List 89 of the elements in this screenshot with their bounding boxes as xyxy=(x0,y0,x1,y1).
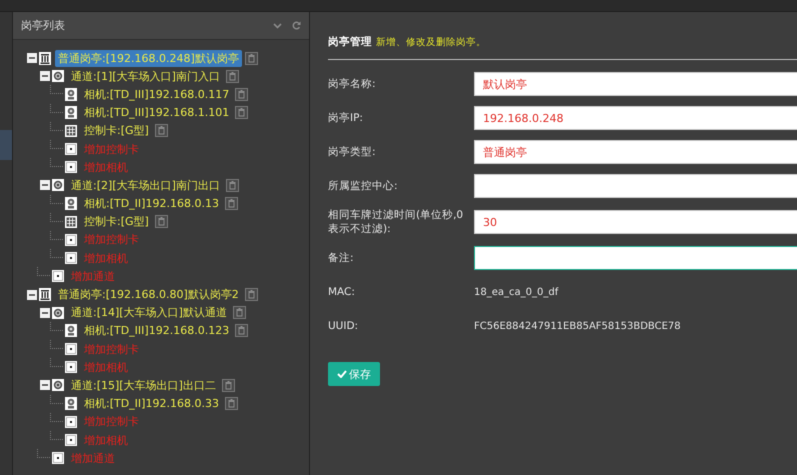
tree-item[interactable]: 增加控制卡 xyxy=(81,231,142,248)
tree-item[interactable]: 增加相机 xyxy=(81,358,131,376)
sidebar-highlight xyxy=(0,130,12,160)
tree-item[interactable]: 增加通道 xyxy=(68,268,118,285)
add-node-icon xyxy=(65,161,77,174)
building-icon xyxy=(39,52,51,65)
tree-item[interactable]: 增加通道 xyxy=(68,450,118,467)
trash-icon[interactable] xyxy=(232,306,246,320)
tree-item[interactable]: 控制卡:[G型] xyxy=(81,122,152,140)
trash-icon[interactable] xyxy=(244,288,258,302)
circle-icon xyxy=(52,306,64,319)
tree-item[interactable]: 增加相机 xyxy=(81,158,131,176)
trash-icon[interactable] xyxy=(235,324,248,338)
tree-item[interactable]: 相机:[TD_II]192.168.0.13 xyxy=(81,195,222,212)
tree-item[interactable]: 增加相机 xyxy=(81,250,131,267)
tree-item[interactable]: 通道:[15][大车场出口]出口二 xyxy=(68,376,219,394)
collapse-toggle[interactable] xyxy=(40,71,50,82)
trash-icon[interactable] xyxy=(224,397,238,410)
form-title: 岗亭管理 xyxy=(328,35,372,49)
trash-icon[interactable] xyxy=(226,178,239,192)
tree-item[interactable]: 相机:[TD_III]192.168.0.117 xyxy=(81,86,232,103)
tree-item[interactable]: 相机:[TD_III]192.168.1.101 xyxy=(81,104,232,122)
add-node-icon xyxy=(65,361,77,374)
add-node-icon xyxy=(52,270,64,282)
field-label: 岗亭类型: xyxy=(328,145,377,159)
form-subtitle: 新增、修改及删除岗亭。 xyxy=(376,36,486,48)
tree-item[interactable]: 通道:[1][大车场入口]南门入口 xyxy=(68,68,223,85)
trash-icon[interactable] xyxy=(226,70,239,83)
input-field[interactable]: 30 xyxy=(474,210,797,234)
field-label: 备注: xyxy=(328,251,355,265)
field-label: MAC: xyxy=(328,285,356,299)
collapse-toggle[interactable] xyxy=(40,380,50,390)
field-label: 岗亭IP: xyxy=(328,111,364,125)
chevron-down-icon[interactable] xyxy=(273,22,282,28)
camera-icon xyxy=(65,88,77,101)
collapse-toggle[interactable] xyxy=(27,290,37,300)
tree-item[interactable]: 增加控制卡 xyxy=(81,413,142,430)
input-field[interactable]: 普通岗亭 xyxy=(474,140,797,164)
add-node-icon xyxy=(65,343,77,356)
tree-item[interactable]: 通道:[14][大车场入口]默认通道 xyxy=(68,304,230,322)
field-label: 岗亭名称: xyxy=(328,77,377,91)
field-label: UUID: xyxy=(328,319,360,333)
tree-item[interactable]: 通道:[2][大车场出口]南门出口 xyxy=(68,176,223,194)
trash-icon[interactable] xyxy=(244,52,258,65)
tree-item[interactable]: 增加控制卡 xyxy=(81,140,142,158)
input-field[interactable]: 默认岗亭 xyxy=(474,72,797,96)
tree-item[interactable]: 增加控制卡 xyxy=(81,340,142,358)
grid-icon xyxy=(65,216,77,228)
add-node-icon xyxy=(65,416,77,428)
building-icon xyxy=(39,288,51,302)
trash-icon[interactable] xyxy=(224,197,238,210)
add-node-icon xyxy=(65,234,77,246)
camera-icon xyxy=(65,106,77,120)
trash-icon[interactable] xyxy=(235,106,248,120)
camera-icon xyxy=(65,397,77,410)
add-node-icon xyxy=(65,143,77,156)
refresh-icon[interactable] xyxy=(292,21,301,30)
circle-icon xyxy=(52,379,64,392)
tree-item[interactable]: 普通岗亭:[192.168.0.248]默认岗亭 xyxy=(55,50,242,67)
circle-icon xyxy=(52,179,64,192)
field-label: 相同车牌过滤时间(单位秒,0表示不过滤): xyxy=(328,208,464,236)
camera-icon xyxy=(65,197,77,210)
add-node-icon xyxy=(65,434,77,446)
trash-icon[interactable] xyxy=(235,88,248,101)
trash-icon[interactable] xyxy=(154,124,168,138)
check-icon xyxy=(337,370,347,378)
tree-item[interactable]: 增加相机 xyxy=(81,432,131,449)
save-button[interactable]: 保存 xyxy=(328,362,380,386)
add-node-icon xyxy=(52,452,64,464)
grid-icon xyxy=(65,124,77,137)
panel-title: 岗亭列表 xyxy=(21,18,66,33)
tree-item[interactable]: 普通岗亭:[192.168.0.80]默认岗亭2 xyxy=(55,286,242,304)
collapse-toggle[interactable] xyxy=(40,308,50,318)
field-label: 所属监控中心: xyxy=(328,179,399,193)
tree-item[interactable]: 控制卡:[G型] xyxy=(81,213,152,230)
tree-item[interactable]: 相机:[TD_II]192.168.0.33 xyxy=(81,395,222,412)
trash-icon[interactable] xyxy=(154,215,168,228)
collapse-toggle[interactable] xyxy=(40,180,50,190)
input-field[interactable] xyxy=(474,246,797,270)
field-value: 18_ea_ca_0_0_df xyxy=(474,286,560,300)
input-field[interactable]: 192.168.0.248 xyxy=(474,106,797,130)
collapse-toggle[interactable] xyxy=(27,53,37,64)
input-field[interactable] xyxy=(474,174,797,198)
circle-icon xyxy=(52,70,64,82)
field-value: FC56E884247911EB85AF58153BDBCE78 xyxy=(474,320,682,334)
trash-icon[interactable] xyxy=(222,378,235,392)
camera-icon xyxy=(65,324,77,338)
add-node-icon xyxy=(65,252,77,264)
tree-item[interactable]: 相机:[TD_III]192.168.0.123 xyxy=(81,322,232,340)
